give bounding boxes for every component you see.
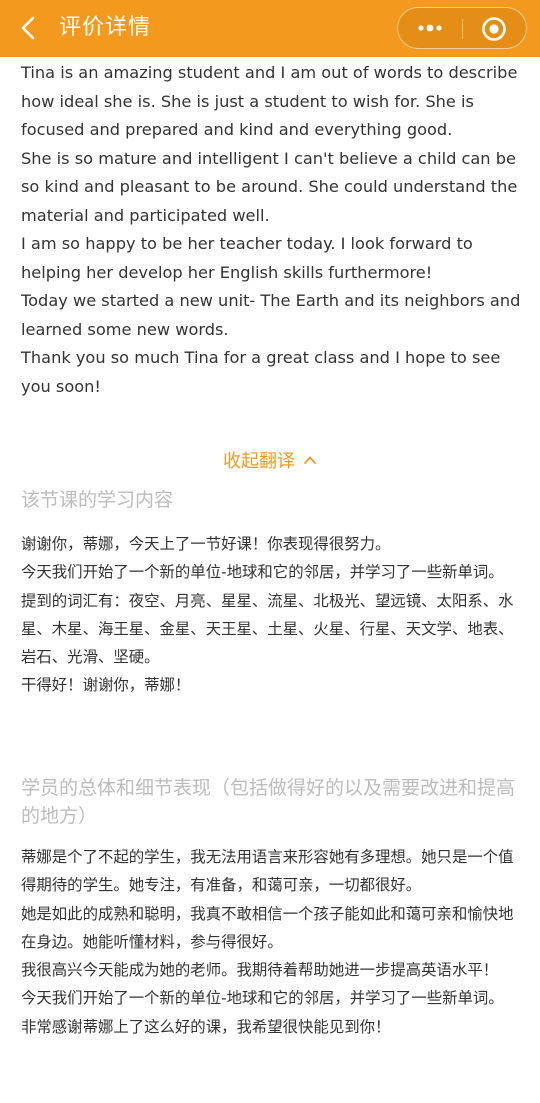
performance-paragraph: 我很高兴今天能成为她的老师。我期待着帮助她进一步提高英语水平！: [21, 961, 499, 980]
chevron-left-icon[interactable]: [14, 13, 44, 43]
more-dots-icon[interactable]: [412, 15, 448, 41]
performance-paragraph: 今天我们开始了一个新的单位-地球和它的邻居，并学习了一些新单词。: [21, 989, 504, 1008]
lesson-paragraph: 谢谢你，蒂娜，今天上了一节好课！你表现得很努力。: [21, 535, 391, 553]
collapse-translation-label: 收起翻译: [223, 451, 295, 472]
page-title: 评价详情: [59, 15, 152, 40]
performance-paragraph: 非常感谢蒂娜上了这么好的课，我希望很快能见到你！: [21, 1017, 391, 1036]
english-paragraph: She is so mature and intelligent I can't…: [21, 148, 518, 225]
performance-paragraph: 她是如此的成熟和聪明，我真不敢相信一个孩子能如此和蔼可亲和愉快地在身边。她能听懂…: [21, 904, 514, 951]
lesson-content-title: 该节课的学习内容: [21, 489, 174, 511]
collapse-translation-button[interactable]: 收起翻译: [0, 446, 540, 478]
english-evaluation-text: Tina is an amazing student and I am out …: [21, 59, 521, 401]
lesson-content-text: 谢谢你，蒂娜，今天上了一节好课！你表现得很努力。 今天我们开始了一个新的单位-地…: [21, 530, 521, 700]
lesson-paragraph: 今天我们开始了一个新的单位-地球和它的邻居，并学习了一些新单词。: [21, 563, 504, 582]
capsule-divider: [462, 19, 463, 39]
nav-bar: 评价详情: [0, 0, 540, 57]
lesson-paragraph: 提到的词汇有：夜空、月亮、星星、流星、北极光、望远镜、太阳系、水星、木星、海王星…: [21, 591, 514, 667]
english-paragraph: Tina is an amazing student and I am out …: [21, 63, 518, 139]
english-paragraph: I am so happy to be her teacher today. I…: [21, 234, 473, 282]
performance-text: 蒂娜是个了不起的学生，我无法用语言来形容她有多理想。她只是一个值得期待的学生。她…: [21, 843, 521, 1041]
lesson-paragraph: 干得好！谢谢你，蒂娜！: [21, 676, 191, 695]
performance-paragraph: 蒂娜是个了不起的学生，我无法用语言来形容她有多理想。她只是一个值得期待的学生。她…: [21, 848, 514, 895]
mini-program-capsule: [397, 7, 527, 49]
target-close-icon[interactable]: [481, 16, 507, 42]
english-paragraph: Thank you so much Tina for a great class…: [21, 348, 501, 396]
chevron-up-icon: [304, 456, 316, 464]
english-paragraph: Today we started a new unit- The Earth a…: [21, 291, 521, 339]
performance-title: 学员的总体和细节表现（包括做得好的以及需要改进和提高的地方）: [21, 777, 516, 827]
